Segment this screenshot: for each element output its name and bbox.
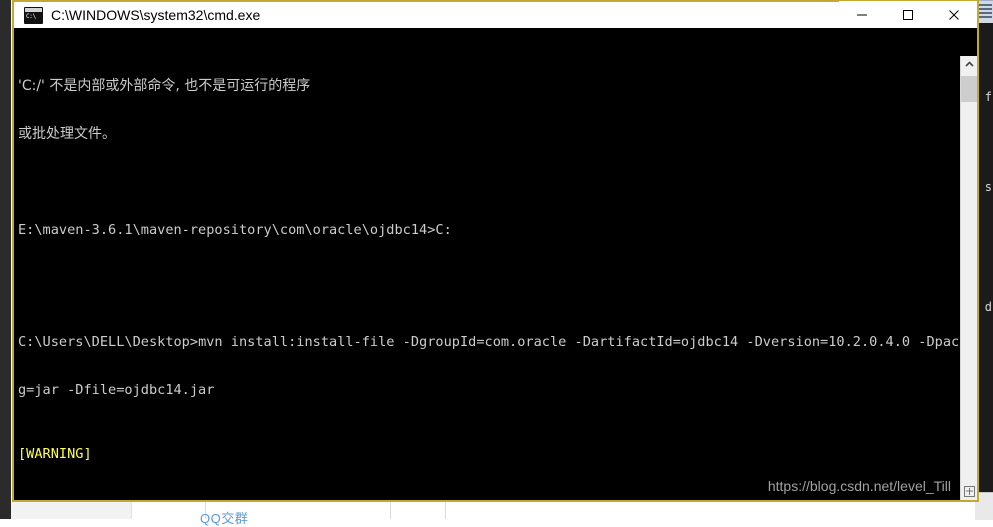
background-left-strip bbox=[0, 0, 11, 519]
window-title: C:\WINDOWS\system32\cmd.exe bbox=[51, 7, 261, 23]
scroll-down-button[interactable] bbox=[961, 483, 977, 500]
background-page-side-column bbox=[11, 500, 132, 519]
cmd-console-icon: C:\ bbox=[24, 6, 43, 24]
cmd-window: C:\ C:\WINDOWS\system32\cmd.exe 'C:/' 不是… bbox=[12, 0, 979, 502]
background-page-bottom bbox=[11, 500, 993, 519]
background-window-stripe bbox=[977, 12, 992, 14]
terminal-line: 'C:/' 不是内部或外部命令, 也不是可运行的程序 bbox=[18, 78, 311, 94]
minimize-icon bbox=[857, 14, 867, 16]
terminal-line: E:\maven-3.6.1\maven-repository\com\orac… bbox=[18, 222, 452, 238]
maximize-icon bbox=[903, 10, 913, 20]
prompt-text: C:\Users\DELL\Desktop> bbox=[18, 334, 199, 350]
background-window-stripe bbox=[977, 16, 992, 18]
watermark: https://blog.csdn.net/level_Till bbox=[767, 478, 951, 494]
terminal-line: 或批处理文件。 bbox=[18, 126, 116, 142]
background-table-divider bbox=[445, 500, 446, 519]
chevron-up-icon bbox=[964, 61, 974, 67]
background-table-divider bbox=[390, 500, 391, 519]
terminal-output-area[interactable]: 'C:/' 不是内部或外部命令, 也不是可运行的程序 或批处理文件。 E:\ma… bbox=[14, 28, 977, 500]
background-window-text: d bbox=[984, 300, 992, 314]
background-window-stripe bbox=[977, 4, 992, 6]
background-window-stripe bbox=[977, 8, 992, 10]
resize-grip-icon bbox=[963, 486, 975, 497]
maximize-button[interactable] bbox=[885, 1, 931, 29]
warning-tag: [WARNING] bbox=[18, 446, 92, 462]
vertical-scrollbar[interactable] bbox=[960, 56, 977, 500]
background-window-text: f bbox=[984, 90, 992, 104]
title-bar[interactable]: C:\ C:\WINDOWS\system32\cmd.exe bbox=[14, 0, 977, 29]
background-window-text: s bbox=[984, 180, 992, 194]
cmd-console-icon-label: C:\ bbox=[26, 12, 36, 20]
minimize-button[interactable] bbox=[839, 1, 885, 29]
terminal-text: 'C:/' 不是内部或外部命令, 也不是可运行的程序 或批处理文件。 E:\ma… bbox=[18, 30, 977, 500]
scrollbar-thumb[interactable] bbox=[961, 76, 977, 102]
close-button[interactable] bbox=[931, 1, 977, 29]
window-controls bbox=[839, 1, 977, 29]
terminal-line-warning: [WARNING] bbox=[18, 446, 977, 462]
command-text: mvn install:install-file -DgroupId=com.o… bbox=[198, 334, 977, 350]
background-link-text[interactable]: QQ交群 bbox=[200, 508, 248, 527]
close-icon bbox=[949, 10, 959, 20]
scroll-up-button[interactable] bbox=[961, 56, 977, 73]
terminal-line-command: C:\Users\DELL\Desktop>mvn install:instal… bbox=[18, 334, 977, 350]
terminal-line: g=jar -Dfile=ojdbc14.jar bbox=[18, 382, 215, 398]
